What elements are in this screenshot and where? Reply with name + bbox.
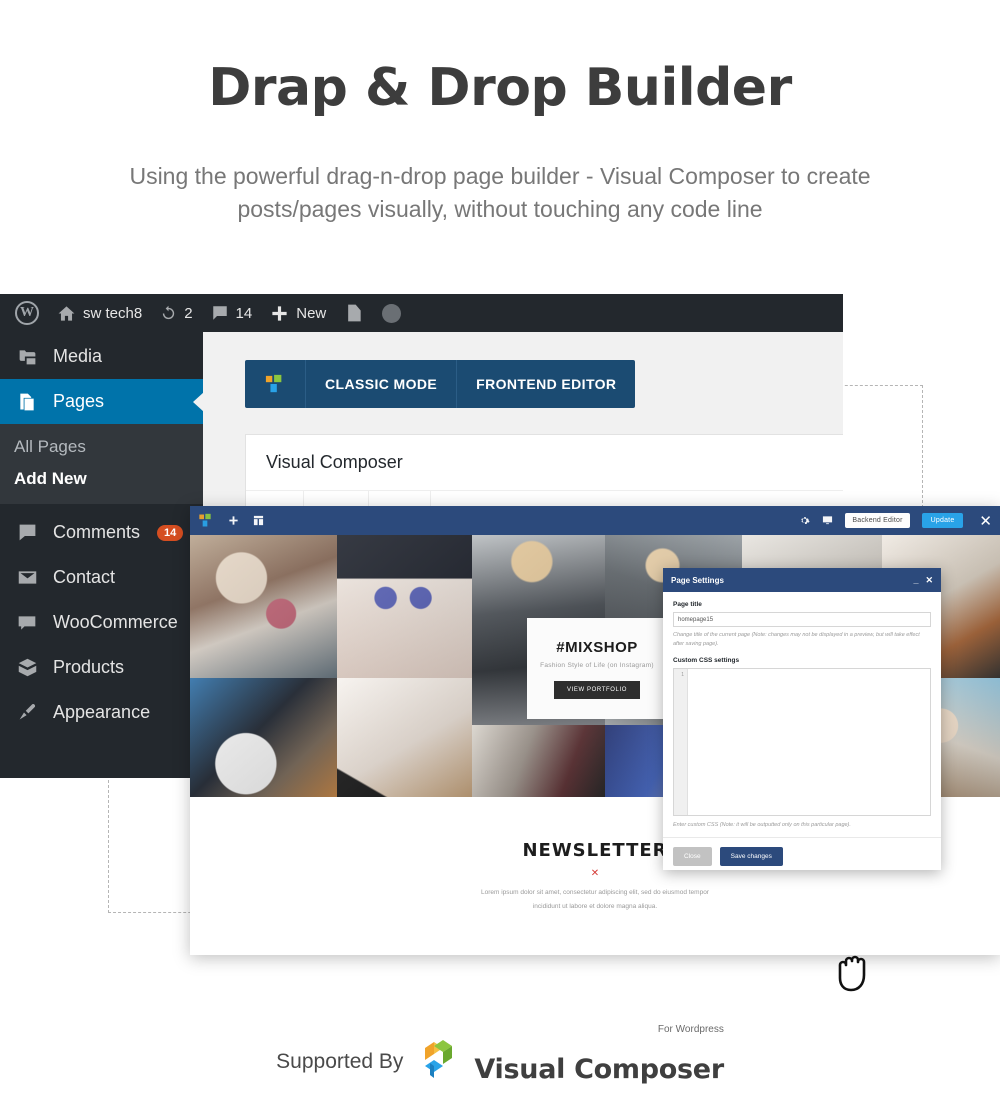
custom-css-hint: Enter custom CSS (Note: it will be outpu… bbox=[673, 821, 851, 828]
wp-logo-button[interactable]: W bbox=[6, 294, 48, 332]
wp-admin-sidebar: Media Pages All Pages Add New Comments 1… bbox=[0, 332, 203, 778]
vc-logo-button[interactable] bbox=[245, 360, 306, 408]
close-x-icon[interactable]: ✕ bbox=[975, 512, 992, 530]
custom-css-editor[interactable]: 1 bbox=[673, 667, 931, 816]
sidebar-item-woocommerce[interactable]: WooCommerce bbox=[0, 600, 203, 645]
site-name-button[interactable]: sw tech8 bbox=[48, 294, 151, 332]
newsletter-copy-line-2: incididunt ut labore et dolore magna ali… bbox=[532, 902, 658, 910]
close-x-icon[interactable]: ✕ bbox=[925, 575, 933, 586]
grid-layout-icon[interactable] bbox=[253, 515, 264, 526]
visual-composer-brand: Visual Composer bbox=[474, 1054, 724, 1085]
page-title-input[interactable]: homepage15 bbox=[673, 612, 931, 627]
mixshop-subtitle: Fashion Style of Life (on Instagram) bbox=[540, 661, 654, 669]
page-settings-footer: Close Save changes bbox=[663, 837, 941, 875]
photo-tile[interactable] bbox=[472, 725, 605, 797]
page-settings-dialog: Page Settings _ ✕ Page title homepage15 … bbox=[663, 568, 941, 870]
view-portfolio-button[interactable]: VIEW PORTFOLIO bbox=[554, 680, 640, 699]
submenu-item-all-pages[interactable]: All Pages bbox=[14, 431, 203, 463]
paintbrush-icon bbox=[14, 702, 40, 723]
plus-icon[interactable] bbox=[228, 515, 239, 526]
vc-panel-title: Visual Composer bbox=[246, 435, 843, 491]
footer-credit: Supported By Visual Composer For Wordpre… bbox=[0, 1024, 1000, 1085]
sidebar-item-label: WooCommerce bbox=[53, 612, 178, 632]
updates-count: 2 bbox=[184, 304, 193, 322]
page-settings-title: Page Settings bbox=[671, 575, 724, 585]
visual-composer-logo-icon bbox=[264, 374, 286, 394]
visual-composer-logo-icon bbox=[421, 1038, 465, 1085]
updates-refresh-icon bbox=[160, 305, 177, 322]
account-button[interactable] bbox=[373, 294, 410, 332]
user-avatar-icon bbox=[382, 303, 402, 323]
sidebar-item-comments[interactable]: Comments 14 bbox=[0, 510, 203, 555]
sidebar-item-appearance[interactable]: Appearance bbox=[0, 690, 203, 735]
pages-icon bbox=[14, 392, 40, 412]
photo-tile[interactable] bbox=[337, 535, 472, 678]
page-title: Drap & Drop Builder bbox=[208, 58, 792, 118]
vc-mode-switcher: CLASSIC MODE FRONTEND EDITOR bbox=[245, 360, 636, 408]
sidebar-item-contact[interactable]: Contact bbox=[0, 555, 203, 600]
envelope-icon bbox=[14, 567, 40, 588]
new-label: New bbox=[296, 304, 327, 322]
sidebar-item-label: Comments bbox=[53, 522, 141, 542]
pages-submenu: All Pages Add New bbox=[0, 424, 203, 504]
site-name-label: sw tech8 bbox=[83, 304, 143, 322]
woocommerce-icon bbox=[14, 613, 40, 633]
new-content-button[interactable]: New bbox=[261, 294, 335, 332]
css-line-number: 1 bbox=[674, 668, 688, 815]
sidebar-item-label: Pages bbox=[53, 391, 105, 411]
page-title-label: Page title bbox=[673, 601, 702, 608]
wordpress-logo-icon: W bbox=[15, 301, 39, 325]
plus-icon bbox=[270, 304, 289, 323]
page-title-hint: Change title of the current page (Note: … bbox=[673, 632, 920, 648]
minimize-icon[interactable]: _ bbox=[913, 575, 918, 585]
photo-tile[interactable] bbox=[190, 535, 337, 678]
for-wordpress-tagline: For Wordpress bbox=[657, 1024, 724, 1035]
hero-section: Drap & Drop Builder Using the powerful d… bbox=[0, 0, 1000, 227]
sidebar-item-label: Appearance bbox=[53, 702, 151, 722]
page-subtitle: Using the powerful drag-n-drop page buil… bbox=[129, 163, 871, 223]
frontend-editor-toolbar: Backend Editor Update ✕ bbox=[190, 506, 1000, 535]
comments-count: 14 bbox=[235, 304, 253, 322]
photo-tile[interactable] bbox=[190, 678, 337, 797]
media-camera-icon bbox=[14, 346, 40, 367]
sidebar-item-media[interactable]: Media bbox=[0, 334, 203, 379]
supported-by-label: Supported By bbox=[276, 1049, 404, 1073]
comment-bubble-icon bbox=[14, 522, 40, 543]
grab-hand-cursor-icon bbox=[830, 948, 876, 1001]
save-changes-button[interactable]: Save changes bbox=[719, 847, 783, 867]
products-box-icon bbox=[14, 657, 40, 678]
mixshop-promo-card: #MIXSHOP Fashion Style of Life (on Insta… bbox=[527, 618, 667, 719]
gear-icon[interactable] bbox=[799, 515, 810, 526]
updates-button[interactable]: 2 bbox=[151, 294, 201, 332]
css-textarea[interactable] bbox=[688, 669, 930, 815]
monitor-icon[interactable] bbox=[822, 515, 833, 526]
yoast-seo-icon bbox=[344, 303, 364, 323]
newsletter-copy-line-1: Lorem ipsum dolor sit amet, consectetur … bbox=[481, 889, 709, 896]
wp-admin-bar: W sw tech8 2 14 New bbox=[0, 294, 843, 332]
page-settings-titlebar[interactable]: Page Settings _ ✕ bbox=[663, 568, 941, 592]
submenu-item-add-new[interactable]: Add New bbox=[14, 463, 203, 495]
comments-badge: 14 bbox=[157, 524, 184, 541]
photo-tile[interactable] bbox=[337, 678, 472, 797]
comment-bubble-icon bbox=[211, 304, 229, 322]
backend-editor-button[interactable]: Backend Editor bbox=[845, 513, 910, 528]
yoast-seo-button[interactable] bbox=[335, 294, 373, 332]
sidebar-item-label: Contact bbox=[53, 567, 116, 587]
update-button[interactable]: Update bbox=[921, 513, 964, 528]
home-icon bbox=[57, 304, 76, 323]
frontend-editor-tab[interactable]: FRONTEND EDITOR bbox=[457, 360, 635, 408]
sidebar-item-label: Media bbox=[53, 346, 103, 366]
sidebar-item-products[interactable]: Products bbox=[0, 645, 203, 690]
classic-mode-tab[interactable]: CLASSIC MODE bbox=[306, 360, 458, 408]
mixshop-title: #MIXSHOP bbox=[556, 638, 638, 656]
visual-composer-logo-icon[interactable] bbox=[198, 513, 214, 528]
sidebar-item-pages[interactable]: Pages bbox=[0, 379, 203, 424]
close-button[interactable]: Close bbox=[673, 847, 712, 867]
custom-css-label: Custom CSS settings bbox=[673, 656, 740, 664]
comments-button[interactable]: 14 bbox=[202, 294, 262, 332]
sidebar-item-label: Products bbox=[53, 657, 125, 677]
